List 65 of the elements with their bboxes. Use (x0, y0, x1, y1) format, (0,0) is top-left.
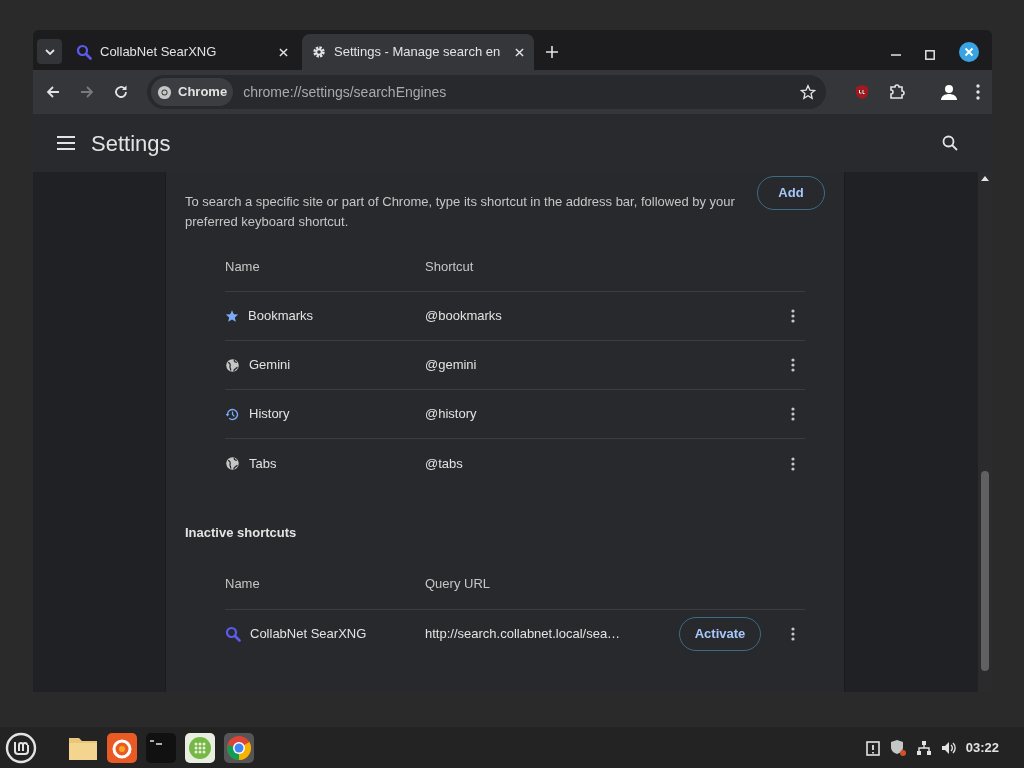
more-icon (791, 627, 795, 641)
mint-logo-icon[interactable] (5, 731, 37, 764)
clock[interactable]: 03:22 (965, 737, 999, 758)
gear-icon (312, 45, 326, 59)
search-icon (76, 44, 92, 60)
query-url-text: http://search.collabnet.local/sea… (425, 625, 622, 644)
engine-name: Tabs (249, 454, 277, 473)
shield-icon[interactable] (888, 738, 907, 757)
clipboard-icon[interactable] (865, 739, 880, 756)
star-icon (225, 309, 239, 323)
column-header: Shortcut (425, 257, 474, 276)
globe-icon (225, 357, 240, 373)
chrome-icon[interactable] (224, 732, 254, 763)
tab-title: CollabNet SearXNG (100, 43, 218, 62)
search-icon[interactable] (942, 135, 958, 151)
browser-tab[interactable]: Settings - Manage search en (302, 34, 534, 70)
profile-icon[interactable] (940, 83, 958, 101)
column-header: Name (225, 575, 261, 594)
history-icon (225, 406, 240, 422)
address-bar[interactable]: Chrome chrome://settings/searchEngines (147, 75, 826, 109)
shortcut-text: @gemini (425, 356, 478, 375)
scroll-up-icon[interactable] (981, 176, 989, 181)
search-icon (225, 626, 241, 642)
app-grid-icon[interactable] (185, 732, 215, 763)
maximize-icon[interactable] (925, 50, 935, 60)
more-icon (791, 456, 795, 471)
engine-name: History (249, 405, 290, 424)
tab-search-button[interactable] (37, 39, 62, 64)
column-header: Query URL (425, 575, 491, 594)
new-tab-icon[interactable] (546, 46, 558, 58)
browser-tab[interactable]: CollabNet SearXNG (66, 34, 298, 70)
terminal-icon[interactable] (146, 732, 176, 763)
chevron-down-icon (44, 48, 55, 55)
close-icon[interactable] (959, 42, 979, 62)
more-icon (791, 309, 795, 323)
shortcut-text: @tabs (425, 454, 464, 473)
engine-name: CollabNet SearXNG (250, 625, 367, 644)
bookmark-star-icon[interactable] (800, 84, 816, 100)
close-icon[interactable] (279, 47, 288, 57)
network-icon[interactable] (915, 739, 932, 756)
section-title: Inactive shortcuts (185, 524, 298, 542)
engine-name: Gemini (249, 356, 291, 375)
chrome-icon (157, 84, 172, 100)
engine-name: Bookmarks (248, 307, 314, 326)
site-search-description: To search a specific site or part of Chrome, type its shortcut in the address bar, followed by your preferred keyboard shortcut. (185, 193, 736, 231)
globe-icon (225, 456, 240, 471)
scrollbar[interactable] (978, 172, 992, 692)
forward-icon[interactable] (79, 84, 95, 100)
shield-extension-icon[interactable] (854, 84, 870, 100)
menu-icon[interactable] (57, 136, 75, 150)
scrollbar-thumb[interactable] (981, 471, 989, 671)
more-icon (791, 358, 795, 372)
shortcut-text: @bookmarks (425, 307, 503, 326)
tab-title: Settings - Manage search en (334, 43, 502, 62)
shortcut-text: @history (425, 405, 478, 424)
more-icon (791, 407, 795, 421)
page-title: Settings (91, 129, 172, 158)
column-header: Name (225, 257, 261, 276)
close-icon[interactable] (515, 47, 524, 57)
url-text: chrome://settings/searchEngines (243, 82, 448, 102)
back-icon[interactable] (45, 84, 61, 100)
site-chip[interactable]: Chrome (151, 78, 234, 106)
more-icon[interactable] (976, 84, 980, 100)
puzzle-icon[interactable] (888, 83, 906, 101)
reload-icon[interactable] (113, 84, 129, 100)
